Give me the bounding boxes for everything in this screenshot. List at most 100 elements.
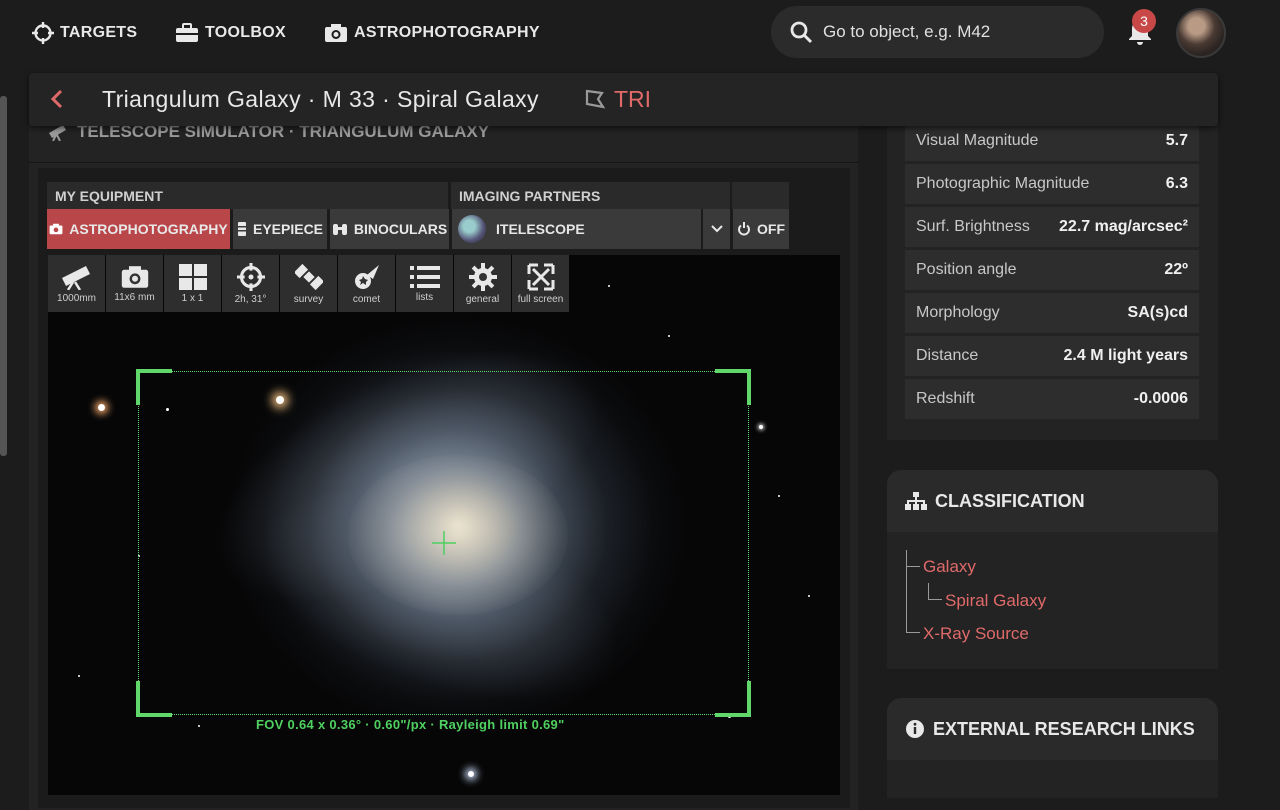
- tool-mosaic[interactable]: 1 x 1: [164, 255, 221, 312]
- property-key: Photographic Magnitude: [916, 175, 1090, 192]
- chevron-left-icon: [50, 89, 63, 109]
- tree-line: [906, 550, 920, 632]
- search-input[interactable]: [823, 22, 1083, 42]
- search-box[interactable]: [771, 6, 1104, 58]
- star: [198, 725, 200, 727]
- telescope-icon: [61, 265, 90, 290]
- viewer-toolbar: 1000mm 11x6 mm 1 x 1 2h, 31° survey come…: [48, 255, 569, 312]
- property-key: Distance: [916, 347, 979, 364]
- nav-targets[interactable]: TARGETS: [32, 20, 137, 46]
- fov-corner: [715, 681, 751, 717]
- tree-line: [906, 632, 920, 633]
- tool-comet[interactable]: comet: [338, 255, 395, 312]
- star: [668, 335, 670, 337]
- tool-fullscreen[interactable]: full screen: [512, 255, 569, 312]
- object-title-bar: Triangulum Galaxy · M 33 · Spiral Galaxy…: [29, 73, 1218, 126]
- back-button[interactable]: [43, 85, 71, 113]
- classification-title: CLASSIFICATION: [935, 490, 1085, 511]
- classification-link-xray-source[interactable]: X-Ray Source: [923, 624, 1029, 644]
- tool-lists[interactable]: lists: [396, 255, 453, 312]
- star: [759, 425, 763, 429]
- equipment-label-spacer: [732, 182, 789, 209]
- property-row: Surf. Brightness 22.7 mag/arcsec²: [905, 207, 1199, 247]
- center-crosshair-icon: [432, 531, 456, 555]
- property-value: -0.0006: [1133, 390, 1188, 407]
- constellation-link[interactable]: TRI: [614, 86, 651, 113]
- nav-toolbox[interactable]: TOOLBOX: [175, 20, 286, 46]
- gear-icon: [468, 262, 497, 291]
- camera-icon: [49, 223, 63, 235]
- property-value: 22º: [1164, 261, 1188, 278]
- property-row: Morphology SA(s)cd: [905, 293, 1199, 333]
- satellite-icon: [294, 263, 323, 290]
- property-row: Redshift -0.0006: [905, 379, 1199, 419]
- tool-lists-label: lists: [415, 291, 434, 303]
- tool-sensor[interactable]: 11x6 mm: [106, 255, 163, 312]
- property-key: Redshift: [916, 390, 975, 407]
- classification-link-galaxy[interactable]: Galaxy: [923, 557, 976, 577]
- page-scrollbar[interactable]: [0, 96, 7, 456]
- tool-comet-label: comet: [352, 293, 381, 305]
- property-key: Visual Magnitude: [916, 132, 1039, 149]
- eyepiece-icon: [237, 222, 246, 236]
- search-icon: [790, 21, 813, 44]
- star: [78, 675, 80, 677]
- nav-astrophotography[interactable]: ASTROPHOTOGRAPHY: [324, 20, 540, 46]
- crosshair-icon: [32, 22, 54, 44]
- property-value: 22.7 mag/arcsec²: [1059, 218, 1188, 235]
- target-icon: [236, 262, 265, 291]
- tree-line: [906, 566, 920, 567]
- grid-icon: [178, 263, 207, 290]
- tool-position[interactable]: 2h, 31°: [222, 255, 279, 312]
- property-value: SA(s)cd: [1127, 304, 1188, 321]
- classification-header: CLASSIFICATION: [887, 470, 1218, 532]
- property-row: Visual Magnitude 5.7: [905, 121, 1199, 161]
- avatar[interactable]: [1176, 8, 1226, 58]
- tab-eyepiece[interactable]: EYEPIECE: [233, 209, 327, 249]
- star: [778, 495, 780, 497]
- tool-general[interactable]: general: [454, 255, 511, 312]
- my-equipment-label: MY EQUIPMENT: [47, 182, 448, 209]
- tool-fullscreen-label: full screen: [517, 293, 564, 305]
- tool-position-label: 2h, 31°: [234, 293, 267, 305]
- fullscreen-icon: [527, 263, 554, 290]
- page-title: Triangulum Galaxy · M 33 · Spiral Galaxy: [102, 86, 539, 112]
- off-label: OFF: [757, 221, 785, 237]
- tool-focal-length[interactable]: 1000mm: [48, 255, 105, 312]
- property-row: Position angle 22º: [905, 250, 1199, 290]
- power-icon: [738, 222, 750, 236]
- info-icon: [906, 720, 924, 738]
- tab-binoculars[interactable]: BINOCULARS: [330, 209, 449, 249]
- notification-badge: 3: [1132, 9, 1156, 33]
- fov-info: FOV 0.64 x 0.36° · 0.60"/px · Rayleigh l…: [256, 717, 565, 732]
- list-icon: [409, 265, 440, 288]
- partner-name: ITELESCOPE: [496, 221, 585, 237]
- chevron-down-icon: [710, 225, 723, 233]
- off-button[interactable]: OFF: [733, 209, 789, 249]
- fov-corner: [136, 369, 172, 405]
- binoculars-icon: [332, 224, 347, 235]
- star: [468, 771, 474, 777]
- partner-logo: [458, 215, 486, 243]
- property-value: 2.4 M light years: [1063, 347, 1189, 364]
- nav-targets-label: TARGETS: [60, 24, 138, 41]
- imaging-partners-label: IMAGING PARTNERS: [451, 182, 730, 209]
- tree-line: [928, 583, 942, 600]
- external-links-header[interactable]: EXTERNAL RESEARCH LINKS: [887, 698, 1218, 760]
- imaging-partner-select[interactable]: ITELESCOPE: [452, 209, 701, 249]
- tool-mosaic-label: 1 x 1: [181, 292, 204, 304]
- tool-survey[interactable]: survey: [280, 255, 337, 312]
- nav-toolbox-label: TOOLBOX: [205, 24, 286, 41]
- star: [98, 404, 105, 411]
- property-value: 5.7: [1165, 132, 1188, 149]
- nav-astrophotography-label: ASTROPHOTOGRAPHY: [354, 24, 540, 41]
- tab-astrophotography[interactable]: ASTROPHOTOGRAPHY: [47, 209, 230, 249]
- partner-dropdown-button[interactable]: [703, 209, 730, 249]
- tab-eyepiece-label: EYEPIECE: [252, 221, 324, 237]
- classification-link-spiral-galaxy[interactable]: Spiral Galaxy: [945, 591, 1046, 611]
- hierarchy-icon: [905, 492, 927, 510]
- toolbox-icon: [176, 23, 198, 42]
- divider: [29, 162, 858, 163]
- star: [808, 595, 810, 597]
- tool-survey-label: survey: [293, 293, 324, 305]
